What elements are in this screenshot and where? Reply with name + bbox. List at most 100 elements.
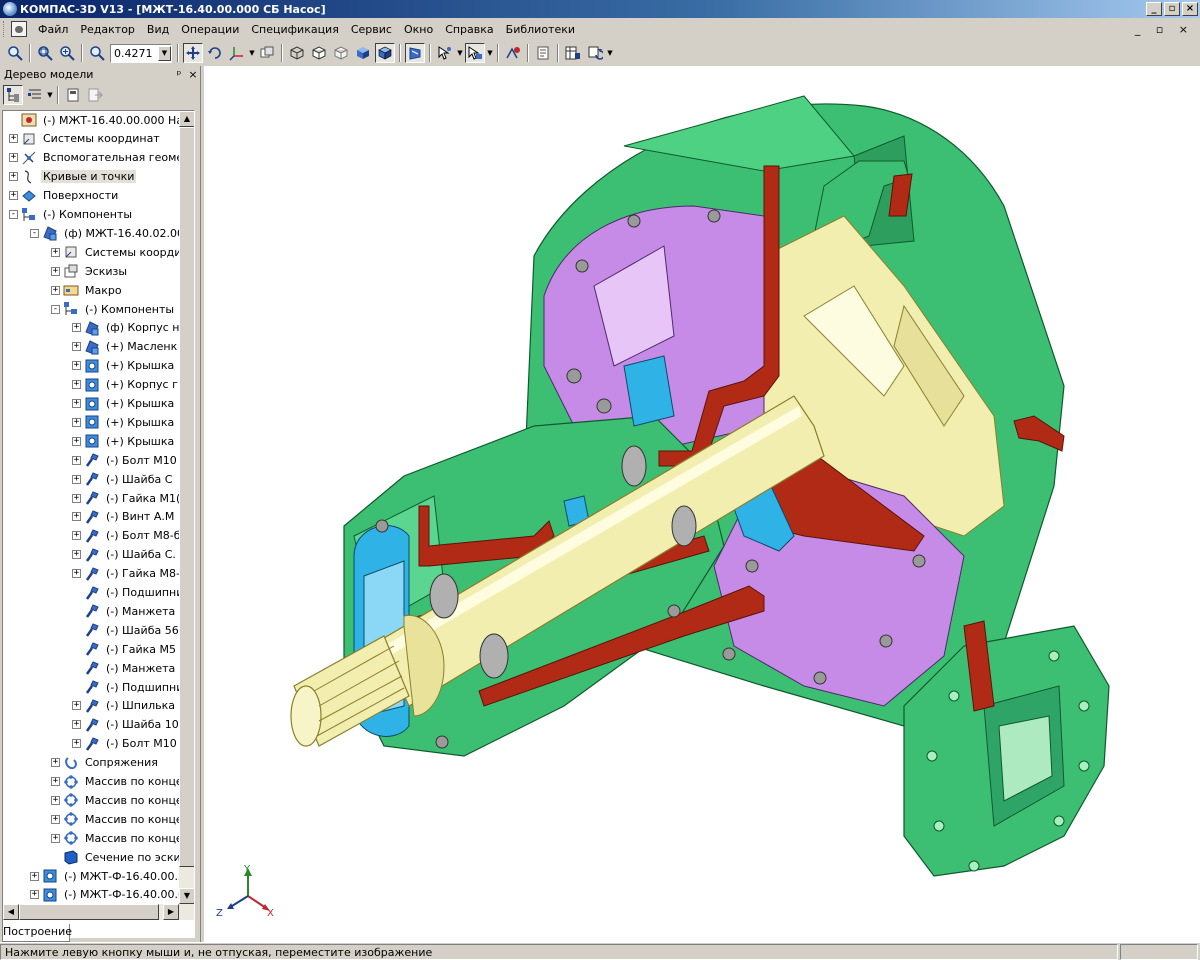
expand-toggle[interactable]: + [30, 890, 39, 900]
expand-toggle[interactable]: + [9, 172, 18, 182]
menu-operations[interactable]: Операции [175, 23, 245, 36]
hidden-lines-button[interactable] [309, 43, 329, 63]
tree-item[interactable]: + (+) Крышка [72, 413, 176, 431]
spec-object-button[interactable] [563, 43, 583, 63]
tree-item[interactable]: (-) Подшипни [72, 678, 179, 696]
tree-item[interactable]: + (+) Крышка [72, 432, 176, 450]
tree-item[interactable]: - (-) Компоненты [51, 300, 176, 318]
tree-item[interactable]: Сечение по эски [51, 848, 179, 866]
tree-item[interactable]: - (-) Компоненты [9, 206, 134, 224]
tree-item[interactable]: + (-) МЖТ-Ф-16.40.00.6 [30, 886, 179, 904]
expand-toggle[interactable]: + [9, 134, 18, 144]
minimize-button[interactable]: _ [1146, 2, 1162, 16]
tree-item[interactable]: + Системы координ [51, 243, 179, 261]
tree-item[interactable]: + (-) Шпилька [72, 697, 177, 715]
tree-item[interactable]: + (ф) Корпус н [72, 319, 179, 337]
expand-toggle[interactable]: + [72, 701, 81, 711]
zoom-scale-button[interactable] [87, 43, 107, 63]
zoom-window-button[interactable] [35, 43, 55, 63]
tree-item[interactable]: (-) Подшипни [72, 584, 179, 602]
kompas-app-icon[interactable] [3, 2, 17, 16]
properties-button[interactable] [533, 43, 553, 63]
menu-grip[interactable] [3, 21, 7, 37]
expand-toggle[interactable]: + [72, 417, 81, 427]
menu-specification[interactable]: Спецификация [245, 23, 344, 36]
shaded-edges-button[interactable] [375, 43, 395, 63]
model-viewport[interactable]: Y X Z [204, 66, 1200, 942]
pump-assembly-model[interactable]: Y X Z [204, 66, 1200, 942]
zoom-in-button[interactable] [57, 43, 77, 63]
scroll-right-button[interactable]: ▶ [163, 904, 179, 920]
zoom-dropdown-icon[interactable]: ▼ [158, 45, 171, 61]
tree-item[interactable]: + Массив по конце [51, 810, 179, 828]
orientation-dropdown-icon[interactable]: ▼ [248, 49, 256, 57]
rebuild-button[interactable] [585, 43, 605, 63]
tree-item[interactable]: + (+) Корпус г [72, 376, 179, 394]
wireframe-button[interactable] [287, 43, 307, 63]
tree-item[interactable]: (-) Манжета [72, 602, 177, 620]
tree-structure-button[interactable] [3, 85, 23, 105]
tree-item[interactable]: + Поверхности [9, 187, 120, 205]
shaded-button[interactable] [353, 43, 373, 63]
expand-toggle[interactable]: + [72, 720, 81, 730]
tree-item[interactable]: (-) Манжета [72, 659, 177, 677]
zoom-all-button[interactable] [5, 43, 25, 63]
tree-item[interactable]: + (-) Шайба С. [72, 546, 178, 564]
tree-item[interactable]: + Системы координат [9, 130, 162, 148]
menu-editor[interactable]: Редактор [74, 23, 141, 36]
tree-vertical-scrollbar[interactable]: ▲ ▼ [179, 111, 194, 904]
tree-item[interactable]: + Макро [51, 281, 124, 299]
tree-item[interactable]: + (-) Шайба С [72, 470, 174, 488]
tree-horizontal-thumb[interactable] [19, 904, 159, 920]
tree-item[interactable]: + (+) Крышка [72, 357, 176, 375]
tree-item[interactable]: - (ф) МЖТ-16.40.02.000 [30, 224, 179, 242]
normal-to-button[interactable] [257, 43, 277, 63]
tree-vertical-thumb[interactable] [179, 127, 194, 867]
tree-item[interactable]: + (-) Болт М10 [72, 451, 179, 469]
tree-export-button[interactable] [85, 85, 105, 105]
expand-toggle[interactable]: + [72, 436, 81, 446]
measure-button[interactable] [503, 43, 523, 63]
tree-item[interactable]: + (-) Гайка М1( [72, 489, 179, 507]
expand-toggle[interactable]: + [72, 342, 81, 352]
tree-item[interactable]: + (-) Гайка М8- [72, 565, 179, 583]
scroll-up-button[interactable]: ▲ [179, 111, 194, 127]
tree-item[interactable]: + (-) Винт А.М [72, 508, 176, 526]
menu-libraries[interactable]: Библиотеки [500, 23, 581, 36]
expand-toggle[interactable]: + [72, 361, 81, 371]
expand-toggle[interactable]: + [51, 758, 60, 768]
tree-item[interactable]: (-) Шайба 56 [72, 621, 179, 639]
expand-toggle[interactable]: + [30, 871, 39, 881]
tree-item[interactable]: + (+) Масленк [72, 338, 179, 356]
select-dropdown-icon[interactable]: ▼ [486, 49, 494, 57]
tree-item[interactable]: + (-) Шайба 10 [72, 716, 179, 734]
close-button[interactable]: × [1182, 2, 1198, 16]
tree-document-button[interactable] [63, 85, 83, 105]
maximize-button[interactable]: ▫ [1164, 2, 1180, 16]
expand-toggle[interactable]: + [9, 191, 18, 201]
expand-toggle[interactable]: + [72, 323, 81, 333]
expand-toggle[interactable]: + [72, 569, 81, 579]
tree-item[interactable]: + Вспомогательная геометр [9, 149, 179, 167]
expand-toggle[interactable]: + [9, 153, 18, 163]
menu-help[interactable]: Справка [439, 23, 499, 36]
tree-item[interactable]: (-) Гайка М5 [72, 640, 178, 658]
expand-toggle[interactable]: + [51, 814, 60, 824]
expand-toggle[interactable]: + [51, 833, 60, 843]
zoom-scale-value[interactable]: 0.4271 [111, 47, 158, 60]
tree-item[interactable]: + (-) Болт М8-б [72, 527, 179, 545]
document-window-controls[interactable]: _ ▫ × [1135, 23, 1194, 36]
collapse-toggle[interactable]: - [9, 210, 18, 219]
panel-pin-button[interactable]: ᵖ [172, 68, 186, 81]
expand-toggle[interactable]: + [51, 285, 60, 295]
expand-toggle[interactable]: + [72, 399, 81, 408]
tree-item[interactable]: + Сопряжения [51, 754, 160, 772]
expand-toggle[interactable]: + [72, 531, 81, 541]
expand-toggle[interactable]: + [51, 795, 60, 805]
menu-file[interactable]: Файл [32, 23, 74, 36]
panel-close-button[interactable]: × [186, 68, 200, 81]
collapse-toggle[interactable]: - [30, 228, 39, 238]
tree-item[interactable]: + (-) Болт М10 [72, 735, 179, 753]
menu-window[interactable]: Окно [398, 23, 439, 36]
tree-horizontal-scrollbar[interactable]: ◀ ▶ [3, 904, 194, 920]
